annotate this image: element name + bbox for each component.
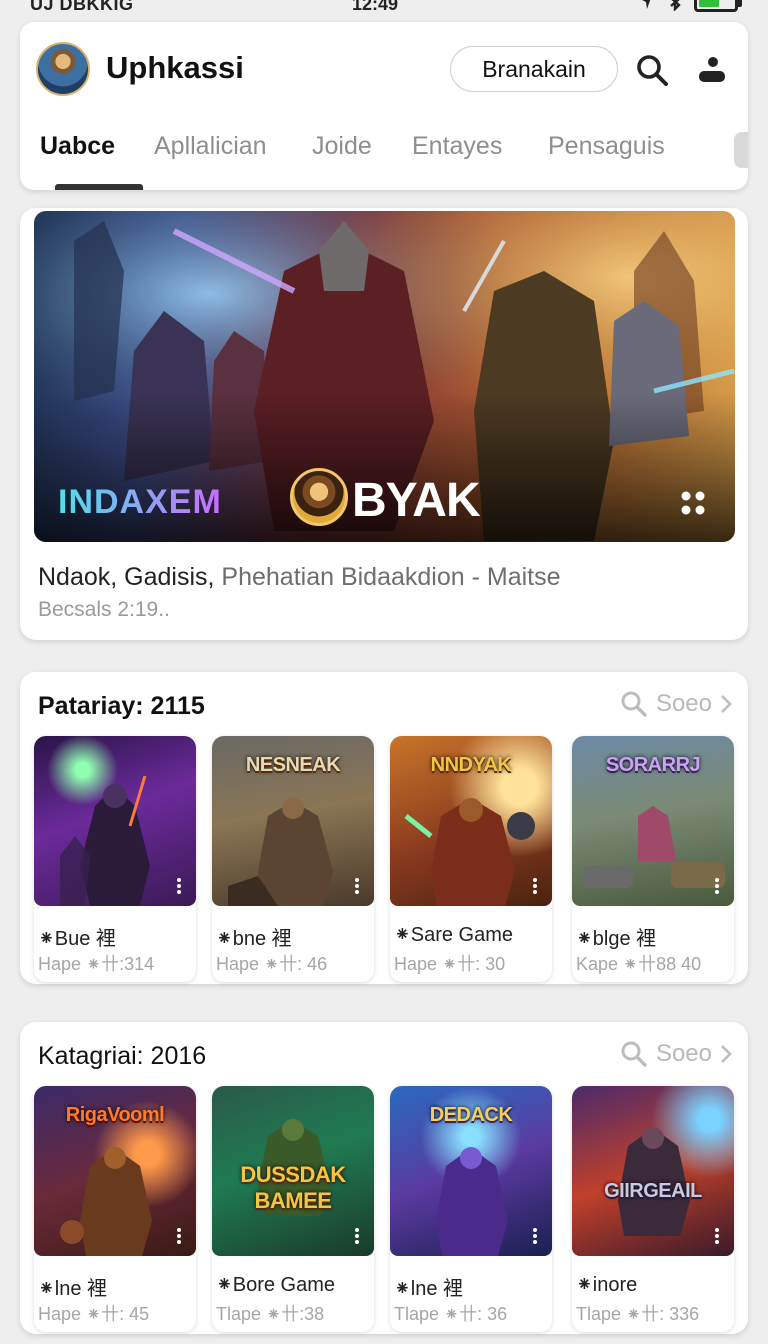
branakain-button[interactable]: Branakain [450, 46, 618, 92]
status-bar: UJ DBKKIG 12:49 [0, 0, 768, 20]
game-meta: Hape ⁕卄: 45 [38, 1304, 150, 1324]
clock: 12:49 [352, 0, 399, 14]
game-name: ⁕inore [576, 1274, 638, 1296]
game-thumbnail: NNDYAK [390, 736, 552, 906]
warrior-figure [583, 806, 725, 888]
location-icon [638, 0, 656, 11]
warrior-figure [60, 1147, 152, 1256]
more-options-icon[interactable] [176, 1228, 182, 1244]
tab-joide[interactable]: Joide [312, 132, 372, 161]
game-meta: Hape ⁕卄: 30 [394, 954, 506, 974]
chevron-right-icon [721, 1045, 732, 1063]
game-name: ⁕Bore Game [216, 1274, 336, 1296]
game-tile[interactable]: DEDACK ⁕lne 裡 Tlape ⁕卄: 36 [390, 1086, 552, 1332]
featured-emblem [290, 468, 348, 526]
see-more-label: Soeo [655, 1040, 712, 1067]
game-meta: Hape ⁕卄: 46 [216, 954, 328, 974]
app-header: Uphkassi Branakain Uabce Apllalician Joi… [20, 22, 748, 190]
game-thumbnail: SORARRJ [572, 736, 734, 906]
game-tile[interactable]: GIIRGEAIL ⁕inore Tlape ⁕卄: 336 [572, 1086, 734, 1332]
bluetooth-icon [666, 0, 684, 11]
tab-uabce[interactable]: Uabce [40, 132, 115, 161]
game-thumbnail [34, 736, 196, 906]
chevron-right-icon [721, 695, 732, 713]
featured-caption-main: Ndaok, Gadisis, [38, 563, 215, 591]
featured-logo-right: BYAK [352, 474, 481, 527]
search-icon [621, 1041, 647, 1067]
warrior-figure [228, 797, 333, 906]
more-options-icon[interactable] [354, 1228, 360, 1244]
more-options-icon[interactable] [714, 1228, 720, 1244]
more-options-icon[interactable] [354, 878, 360, 894]
game-meta: Tlape ⁕卄: 336 [576, 1304, 700, 1324]
game-tile[interactable]: NESNEAK ⁕bne 裡 Hape ⁕卄: 46 [212, 736, 374, 982]
app-title: Uphkassi [106, 50, 244, 85]
see-more-label: Soeo [655, 690, 712, 717]
game-meta: Kape ⁕卄88 40 [576, 954, 702, 974]
more-options-icon[interactable] [714, 878, 720, 894]
tab-pensaguis[interactable]: Pensaguis [548, 132, 665, 161]
more-options-icon[interactable] [532, 1228, 538, 1244]
featured-caption: Ndaok, Gadisis, Phehatian Bidaakdion - M… [38, 563, 561, 592]
app-avatar[interactable] [36, 42, 90, 96]
game-name: ⁕Bue 裡 [38, 928, 116, 950]
game-meta: Tlape ⁕卄: 36 [394, 1304, 508, 1324]
game-name: ⁕lne 裡 [38, 1278, 108, 1300]
tabs-scroll-handle[interactable] [734, 132, 748, 168]
game-banner: DUSSDAK BAMEE [240, 1162, 346, 1213]
carrier-label: UJ DBKKIG [30, 0, 134, 14]
dots-grid-icon[interactable] [679, 489, 707, 517]
category-tabs: Uabce Apllalician Joide Entayes Pensagui… [40, 132, 740, 190]
game-meta: Tlape ⁕卄:38 [216, 1304, 325, 1324]
game-name: ⁕lne 裡 [394, 1278, 464, 1300]
game-tile[interactable]: NNDYAK ⁕Sare Game Hape ⁕卄: 30 [390, 736, 552, 982]
see-more-link[interactable]: Soeo [620, 690, 732, 718]
user-download-icon[interactable] [692, 50, 732, 90]
game-name: ⁕blge 裡 [576, 928, 657, 950]
see-more-link[interactable]: Soeo [620, 1040, 732, 1068]
featured-logo-left: INDAXEM [58, 483, 222, 521]
game-tile[interactable]: ⁕Bue 裡 Hape ⁕卄:314 [34, 736, 196, 982]
tab-entayes[interactable]: Entayes [412, 132, 502, 161]
status-icons [638, 0, 742, 12]
battery-icon [694, 0, 742, 12]
game-thumbnail: DEDACK [390, 1086, 552, 1256]
section-title: Patariay: 2115 [38, 692, 205, 720]
more-options-icon[interactable] [532, 878, 538, 894]
featured-subtitle: Becsals 2:19.. [38, 598, 170, 621]
game-banner: GIIRGEAIL [604, 1180, 702, 1202]
game-banner: NNDYAK [430, 754, 512, 776]
game-thumbnail: DUSSDAK BAMEE [212, 1086, 374, 1256]
section-katagriai: Katagriai: 2016 Soeo RigaVooml ⁕lne 裡 Ha… [20, 1022, 748, 1334]
game-thumbnail: RigaVooml [34, 1086, 196, 1256]
game-banner: RigaVooml [65, 1104, 165, 1126]
game-thumbnail: GIIRGEAIL [572, 1086, 734, 1256]
featured-card[interactable]: INDAXEM BYAK Ndaok, Gadisis, Phehatian B… [20, 208, 748, 640]
search-icon[interactable] [632, 50, 672, 90]
active-tab-indicator [55, 184, 143, 190]
warrior-figure [436, 1147, 508, 1256]
game-tile[interactable]: RigaVooml ⁕lne 裡 Hape ⁕卄: 45 [34, 1086, 196, 1332]
tab-apllalician[interactable]: Apllalician [154, 132, 267, 161]
warrior-figure [60, 775, 150, 906]
game-name: ⁕Sare Game [394, 924, 514, 946]
game-tile[interactable]: DUSSDAK BAMEE ⁕Bore Game Tlape ⁕卄:38 [212, 1086, 374, 1332]
section-title: Katagriai: 2016 [38, 1042, 207, 1070]
game-thumbnail: NESNEAK [212, 736, 374, 906]
game-banner: DEDACK [429, 1104, 513, 1126]
game-banner: NESNEAK [245, 754, 341, 776]
game-name: ⁕bne 裡 [216, 928, 292, 950]
more-options-icon[interactable] [176, 878, 182, 894]
section-patariay: Patariay: 2115 Soeo ⁕Bue 裡 Hape ⁕卄:314 N… [20, 672, 748, 984]
featured-caption-rest: Phehatian Bidaakdion - Maitse [214, 563, 561, 591]
warrior-figure [404, 798, 535, 906]
game-tile[interactable]: SORARRJ ⁕blge 裡 Kape ⁕卄88 40 [572, 736, 734, 982]
game-meta: Hape ⁕卄:314 [38, 954, 155, 974]
search-icon [621, 691, 647, 717]
game-banner: SORARRJ [605, 754, 701, 776]
featured-banner-image[interactable]: INDAXEM BYAK [34, 211, 735, 542]
